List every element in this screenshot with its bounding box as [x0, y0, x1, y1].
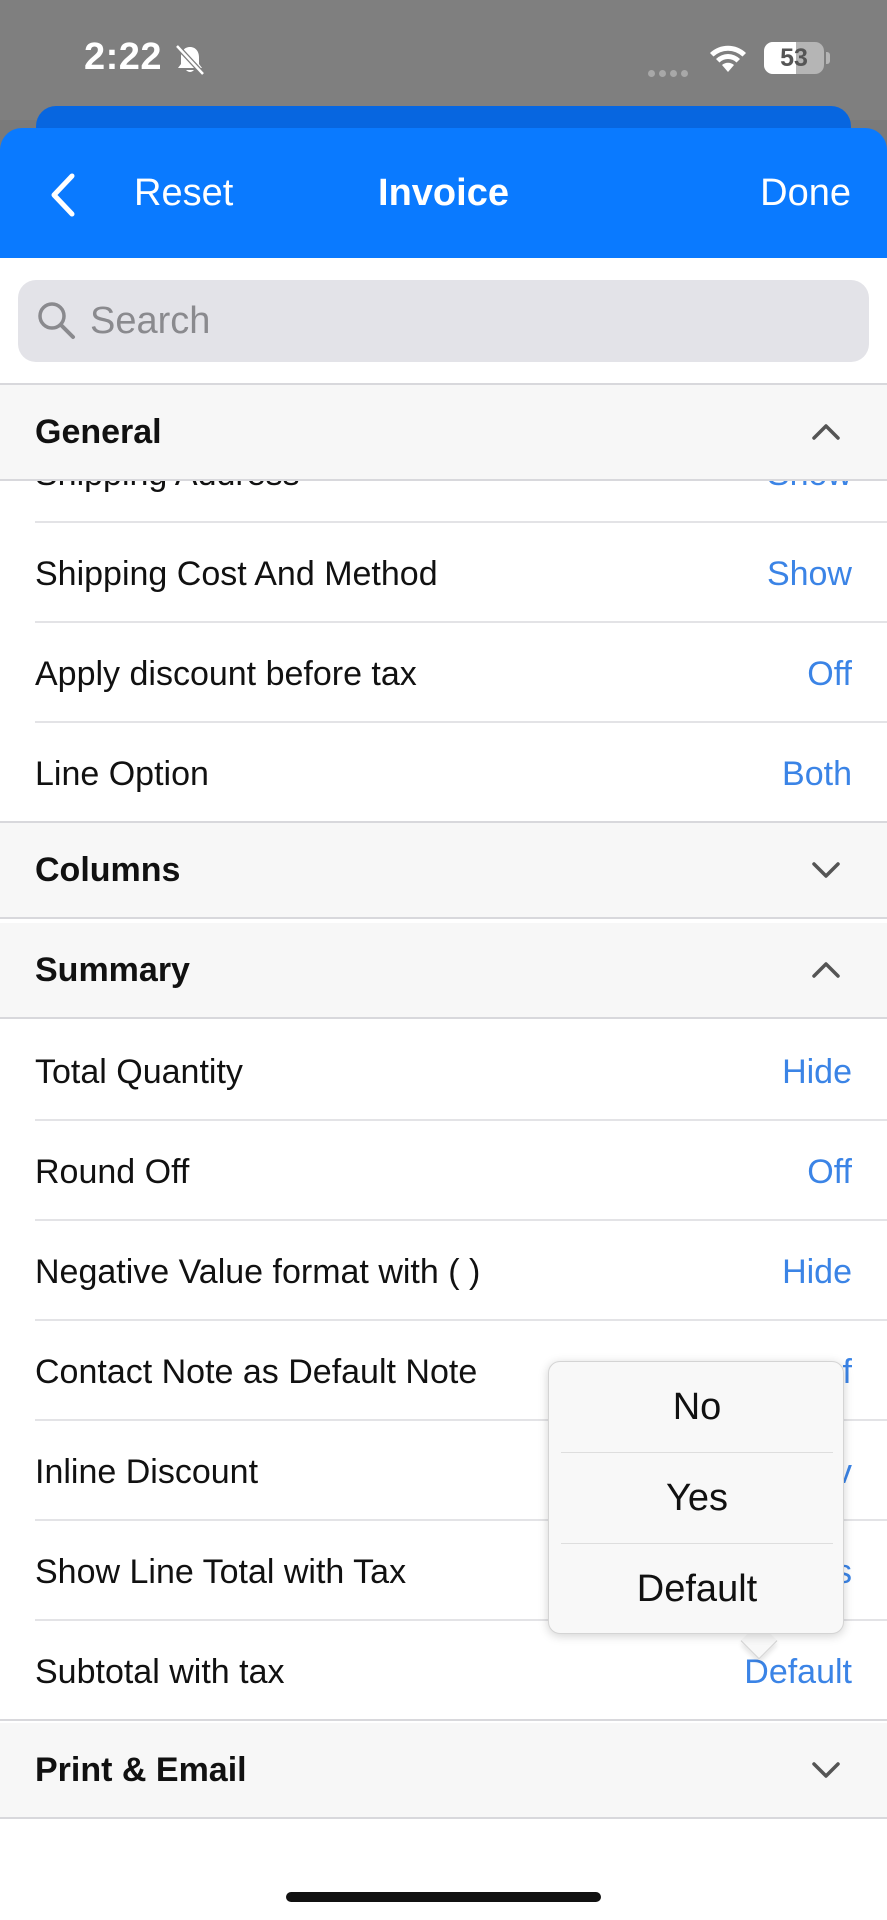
chevron-up-icon	[812, 424, 840, 440]
section-columns-header[interactable]: Columns	[0, 823, 887, 919]
section-label: General	[35, 413, 162, 451]
row-label: Total Quantity	[35, 1053, 243, 1091]
reset-button[interactable]: Reset	[134, 172, 233, 215]
search-bar	[0, 258, 887, 385]
battery-tip	[826, 52, 830, 64]
popup-option-no[interactable]: No	[561, 1362, 833, 1452]
row-value[interactable]: Off	[807, 655, 852, 694]
section-summary-header[interactable]: Summary	[0, 923, 887, 1019]
row-label: Show Line Total with Tax	[35, 1553, 407, 1591]
section-label: Summary	[35, 951, 190, 989]
row-value[interactable]: Hide	[782, 1053, 852, 1092]
cell-signal-icon	[648, 64, 692, 82]
row-label: Contact Note as Default Note	[35, 1353, 478, 1391]
popup-option-yes[interactable]: Yes	[561, 1453, 833, 1543]
row-negative-value-format[interactable]: Negative Value format with ( ) Hide	[0, 1221, 887, 1321]
row-label: Line Option	[35, 755, 209, 793]
wifi-icon	[710, 45, 746, 72]
chevron-down-icon	[812, 862, 840, 878]
battery-icon: 53	[764, 42, 824, 74]
row-label: Negative Value format with ( )	[35, 1253, 481, 1291]
option-popup-menu: No Yes Default	[548, 1361, 844, 1634]
settings-content: Shipping Address Show Shipping Cost And …	[0, 258, 887, 1920]
row-line-option[interactable]: Line Option Both	[0, 723, 887, 823]
done-button[interactable]: Done	[760, 172, 851, 215]
chevron-down-icon	[812, 1762, 840, 1778]
battery-level: 53	[780, 44, 808, 72]
row-label: Shipping Cost And Method	[35, 555, 438, 593]
row-label: Inline Discount	[35, 1453, 259, 1491]
row-label: Apply discount before tax	[35, 655, 417, 693]
chevron-up-icon	[812, 962, 840, 978]
row-value[interactable]: Off	[807, 1153, 852, 1192]
status-bar: 2:22 53	[0, 0, 887, 120]
row-total-quantity[interactable]: Total Quantity Hide	[0, 1021, 887, 1121]
section-general-header[interactable]: General	[0, 385, 887, 481]
row-value[interactable]: Both	[782, 755, 852, 794]
section-label: Columns	[35, 851, 181, 889]
row-apply-discount-before-tax[interactable]: Apply discount before tax Off	[0, 623, 887, 723]
section-label: Print & Email	[35, 1751, 247, 1789]
section-print-email-header[interactable]: Print & Email	[0, 1723, 887, 1819]
search-input[interactable]	[90, 280, 850, 362]
nav-bar: Invoice Reset Done	[0, 128, 887, 258]
row-value[interactable]: Hide	[782, 1253, 852, 1292]
row-label: Round Off	[35, 1153, 190, 1191]
home-indicator[interactable]	[286, 1892, 601, 1902]
row-label: Subtotal with tax	[35, 1653, 285, 1691]
search-icon	[38, 302, 75, 339]
row-shipping-cost-method[interactable]: Shipping Cost And Method Show	[0, 523, 887, 623]
bell-slash-icon	[175, 44, 205, 76]
row-value[interactable]: Default	[744, 1653, 852, 1692]
popup-option-default[interactable]: Default	[561, 1544, 833, 1634]
status-time: 2:22	[84, 36, 163, 78]
row-value[interactable]: Show	[767, 555, 852, 594]
row-divider	[0, 1719, 887, 1721]
search-field[interactable]	[18, 280, 869, 362]
row-round-off[interactable]: Round Off Off	[0, 1121, 887, 1221]
